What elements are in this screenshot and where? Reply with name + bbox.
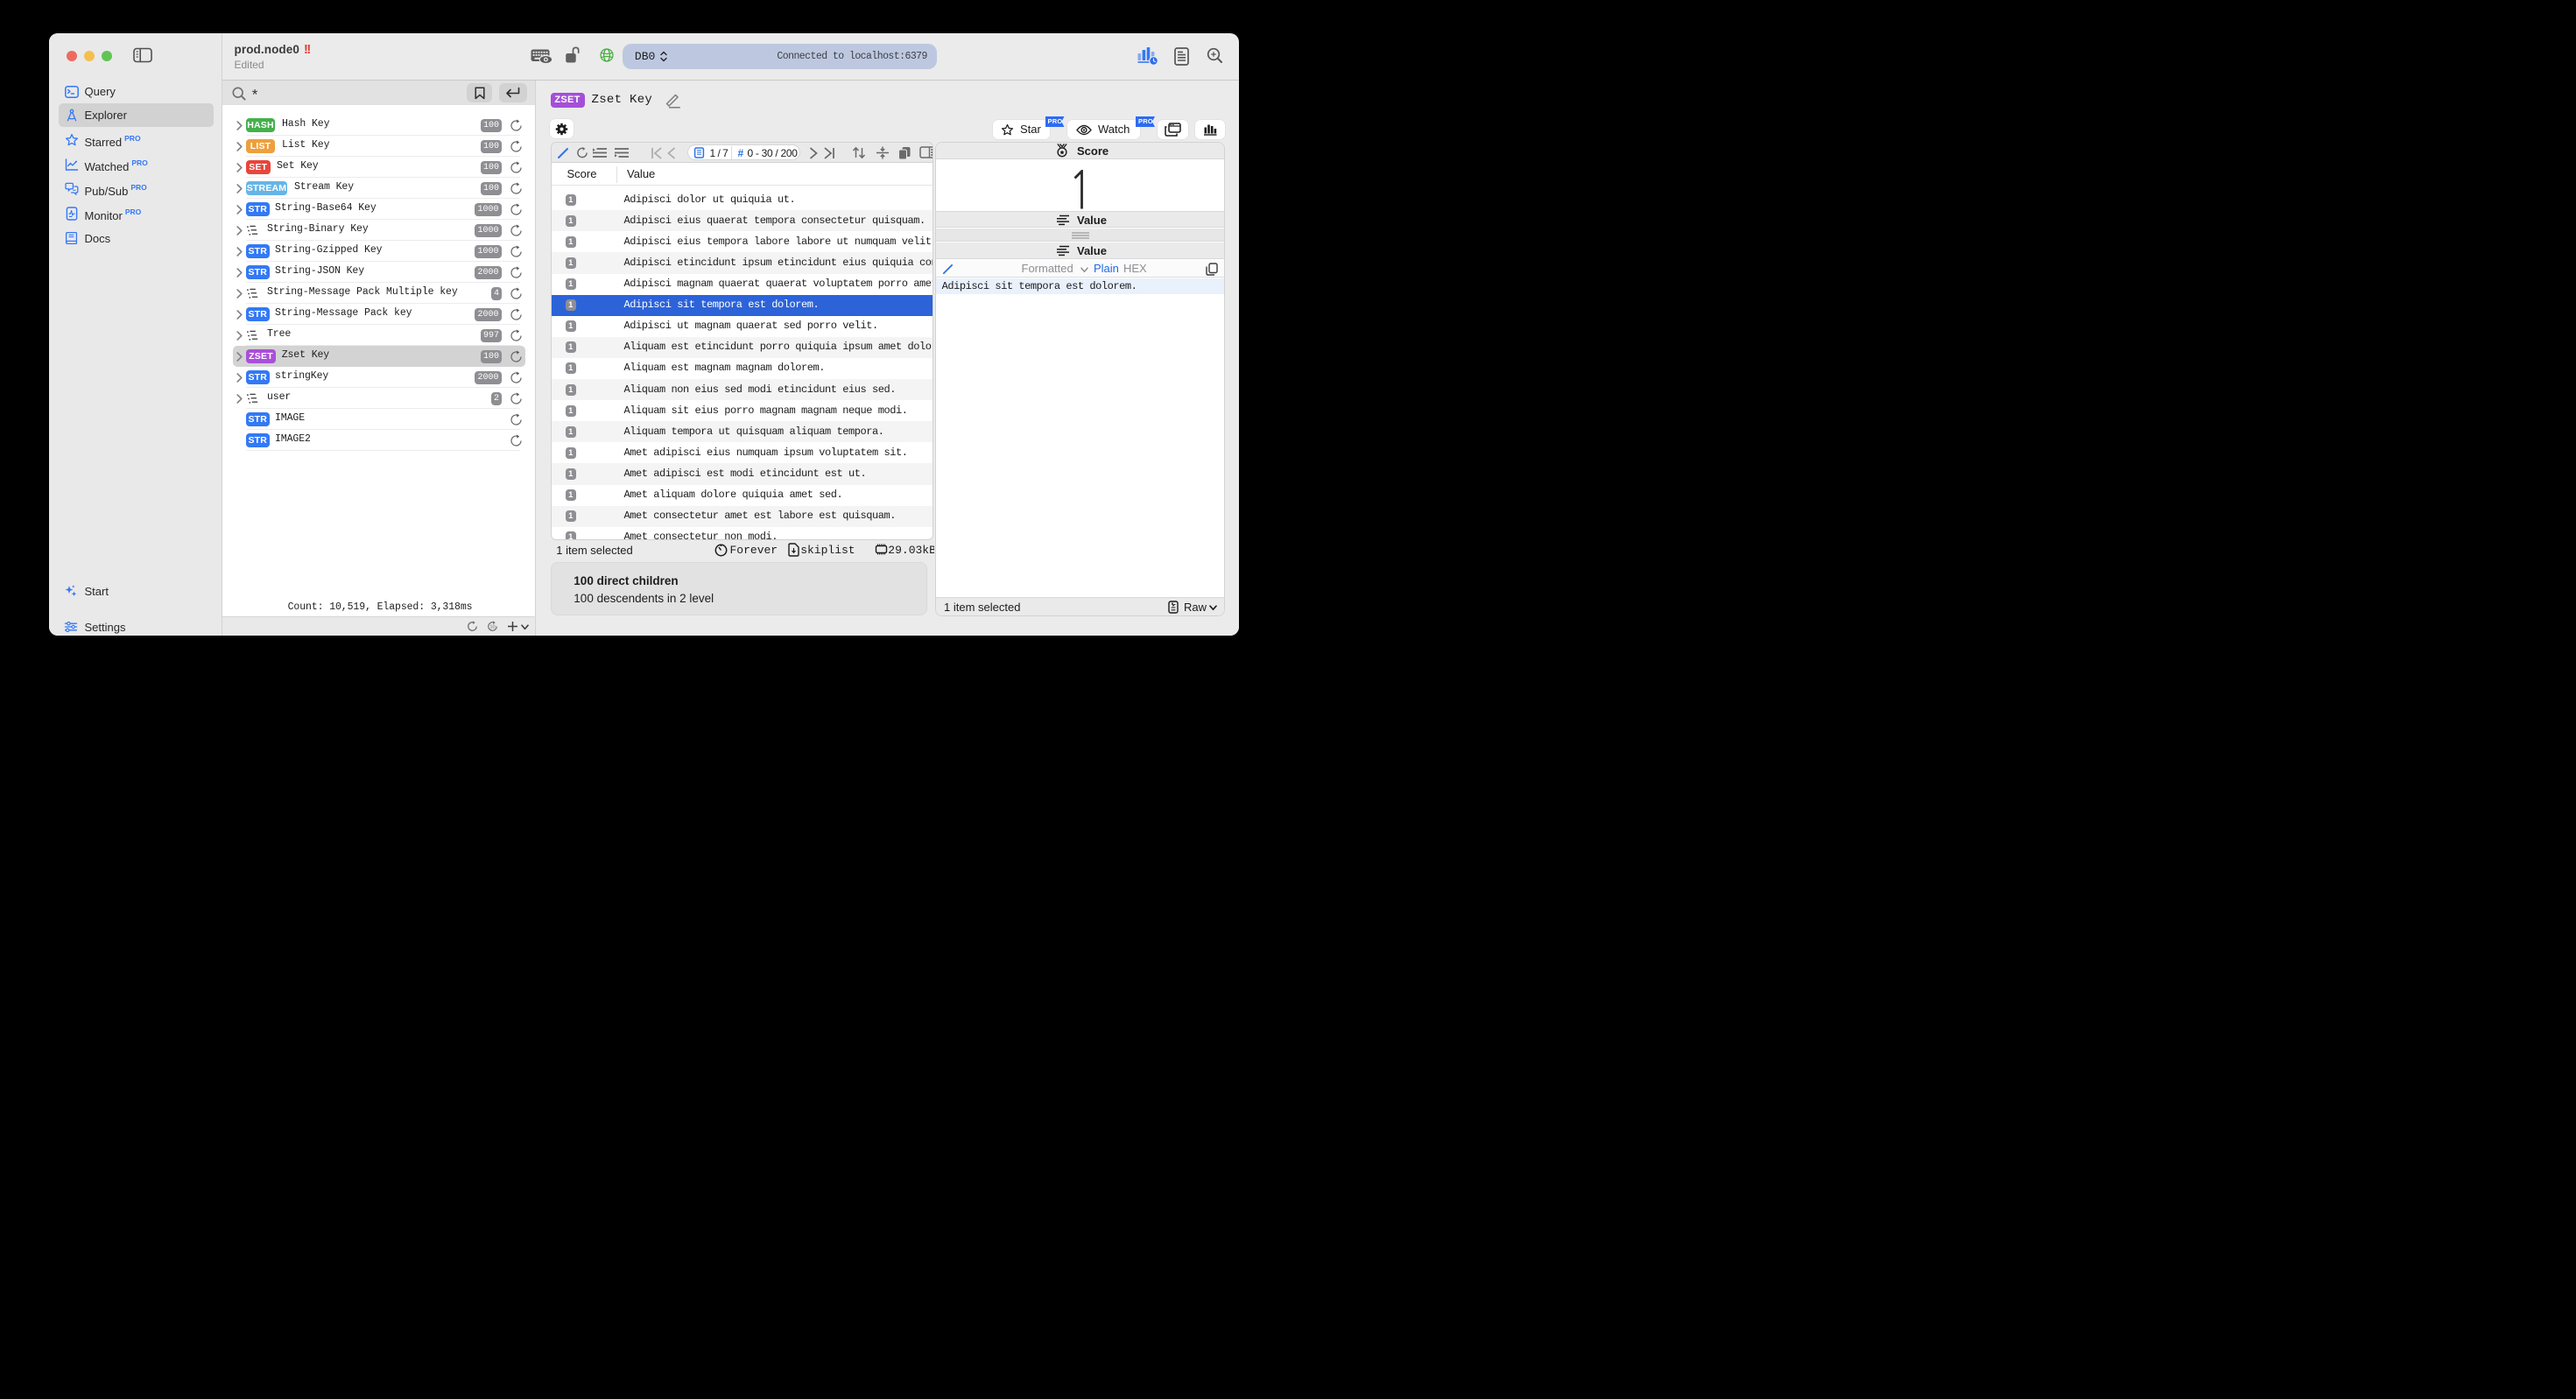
svg-text:10: 10 (489, 625, 495, 630)
